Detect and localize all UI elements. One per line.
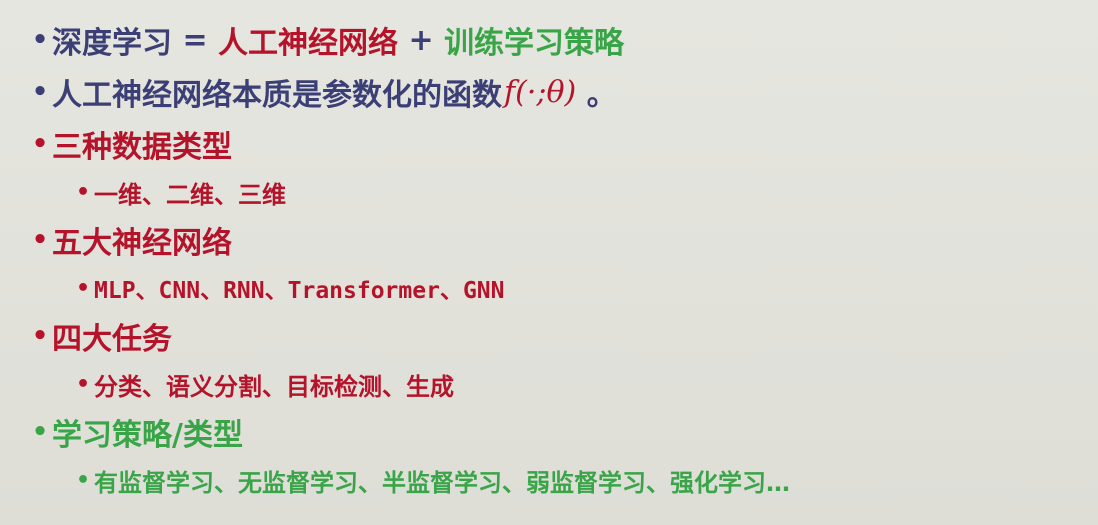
plus-sign: + (398, 22, 445, 58)
heading-text: 学习策略/类型 (52, 418, 243, 453)
statement-period: 。 (576, 78, 617, 113)
items-text: 一维、二维、三维 (94, 180, 286, 209)
term-neural-network: 人工神经网络 (218, 26, 399, 61)
bullet-dot: • (31, 417, 49, 447)
section-items-learning-strategies: • 有监督学习、无监督学习、半监督学习、弱监督学习、强化学习… (28, 458, 1098, 502)
term-deep-learning: 深度学习 (52, 26, 172, 61)
section-items-networks: • MLP、CNN、RNN、Transformer、GNN (28, 266, 1098, 310)
heading-text: 五大神经网络 (52, 226, 232, 261)
function-formula: f(·;θ) (504, 75, 576, 110)
section-heading-networks: • 五大神经网络 (28, 214, 1098, 266)
items-text: 分类、语义分割、目标检测、生成 (94, 372, 454, 401)
term-training-strategy: 训练学习策略 (444, 26, 625, 61)
sub-bullet-dot: • (75, 275, 91, 301)
equals-sign: = (172, 22, 219, 58)
items-text: 有监督学习、无监督学习、半监督学习、弱监督学习、强化学习… (94, 468, 790, 497)
slide: • 深度学习 = 人工神经网络 + 训练学习策略 • 人工神经网络本质是参数化的… (0, 0, 1098, 525)
section-items-data-types: • 一维、二维、三维 (28, 170, 1098, 214)
bullet-dot: • (31, 225, 49, 255)
section-heading-tasks: • 四大任务 (28, 310, 1098, 362)
section-heading-data-types: • 三种数据类型 (28, 118, 1098, 170)
bullet-line-function: • 人工神经网络本质是参数化的函数 f(·;θ) 。 (28, 66, 1098, 118)
bullet-dot: • (31, 129, 49, 159)
bullet-line-definition: • 深度学习 = 人工神经网络 + 训练学习策略 (28, 14, 1098, 66)
bullet-dot: • (31, 321, 49, 351)
function-statement: 人工神经网络本质是参数化的函数 (52, 78, 502, 113)
formula-args: (·;θ) (515, 74, 577, 110)
section-items-tasks: • 分类、语义分割、目标检测、生成 (28, 362, 1098, 406)
sub-bullet-dot: • (75, 179, 91, 205)
bullet-dot: • (31, 77, 49, 107)
section-heading-learning-strategies: • 学习策略/类型 (28, 406, 1098, 458)
sub-bullet-dot: • (75, 371, 91, 397)
heading-text: 四大任务 (52, 322, 172, 357)
heading-text: 三种数据类型 (52, 130, 232, 165)
sub-bullet-dot: • (75, 467, 91, 493)
items-text: MLP、CNN、RNN、Transformer、GNN (94, 278, 505, 304)
bullet-dot: • (31, 25, 49, 55)
formula-f: f (504, 74, 516, 110)
